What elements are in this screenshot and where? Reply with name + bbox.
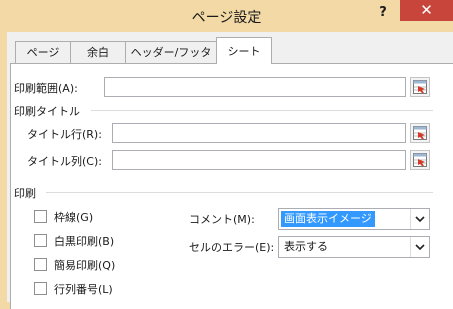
draft-quality-checkbox[interactable] (34, 258, 47, 271)
print-section: 印刷 (14, 187, 36, 200)
print-area-picker-button[interactable] (410, 77, 430, 97)
cell-errors-dropdown-button[interactable] (410, 237, 429, 257)
title-columns-picker-button[interactable] (410, 150, 430, 170)
tab-page[interactable]: ページ (15, 41, 71, 63)
cell-errors-value: 表示する (284, 240, 328, 253)
black-white-checkbox[interactable] (34, 234, 47, 247)
cell-errors-select[interactable]: 表示する (278, 236, 430, 258)
print-titles-divider (91, 110, 433, 111)
tab-margins[interactable]: 余白 (70, 41, 126, 63)
comments-label: コメント(M): (189, 213, 255, 226)
comments-select[interactable]: 画面表示イメージ (278, 208, 430, 230)
comments-value: 画面表示イメージ (281, 211, 375, 227)
chevron-down-icon (415, 244, 425, 250)
row-col-headings-label: 行列番号(L) (54, 283, 113, 296)
title-bar: ページ設定 ? ✕ (0, 0, 453, 32)
close-button[interactable]: ✕ (400, 0, 453, 21)
sheet-panel: 印刷範囲(A): 印刷タイトル タイトル行(R): タイトル列(C): 印刷 枠… (10, 63, 453, 309)
title-rows-label: タイトル行(R): (27, 128, 102, 141)
comments-dropdown-button[interactable] (410, 209, 429, 229)
print-area-input[interactable] (104, 77, 406, 97)
black-white-label: 白黒印刷(B) (54, 235, 115, 248)
range-select-icon (413, 80, 427, 94)
draft-quality-label: 簡易印刷(Q) (54, 259, 116, 272)
row-col-headings-checkbox[interactable] (34, 282, 47, 295)
title-rows-input[interactable] (112, 123, 406, 143)
chevron-down-icon (415, 216, 425, 222)
title-columns-input[interactable] (112, 150, 406, 170)
print-area-label: 印刷範囲(A): (14, 82, 78, 95)
title-columns-label: タイトル列(C): (27, 155, 102, 168)
tab-sheet[interactable]: シート (216, 37, 272, 64)
print-divider (46, 192, 433, 193)
tab-header-footer[interactable]: ヘッダー/フッター (125, 41, 217, 81)
help-button[interactable]: ? (372, 5, 394, 23)
gridlines-label: 枠線(G) (54, 211, 94, 224)
title-rows-picker-button[interactable] (410, 123, 430, 143)
gridlines-checkbox[interactable] (34, 210, 47, 223)
range-select-icon (413, 126, 427, 140)
print-titles-section: 印刷タイトル (14, 105, 80, 118)
dialog-client: ページ 余白 ヘッダー/フッター シート 印刷範囲(A): 印刷タイトル タイト… (7, 32, 453, 309)
range-select-icon (413, 153, 427, 167)
cell-errors-label: セルのエラー(E): (189, 241, 275, 254)
